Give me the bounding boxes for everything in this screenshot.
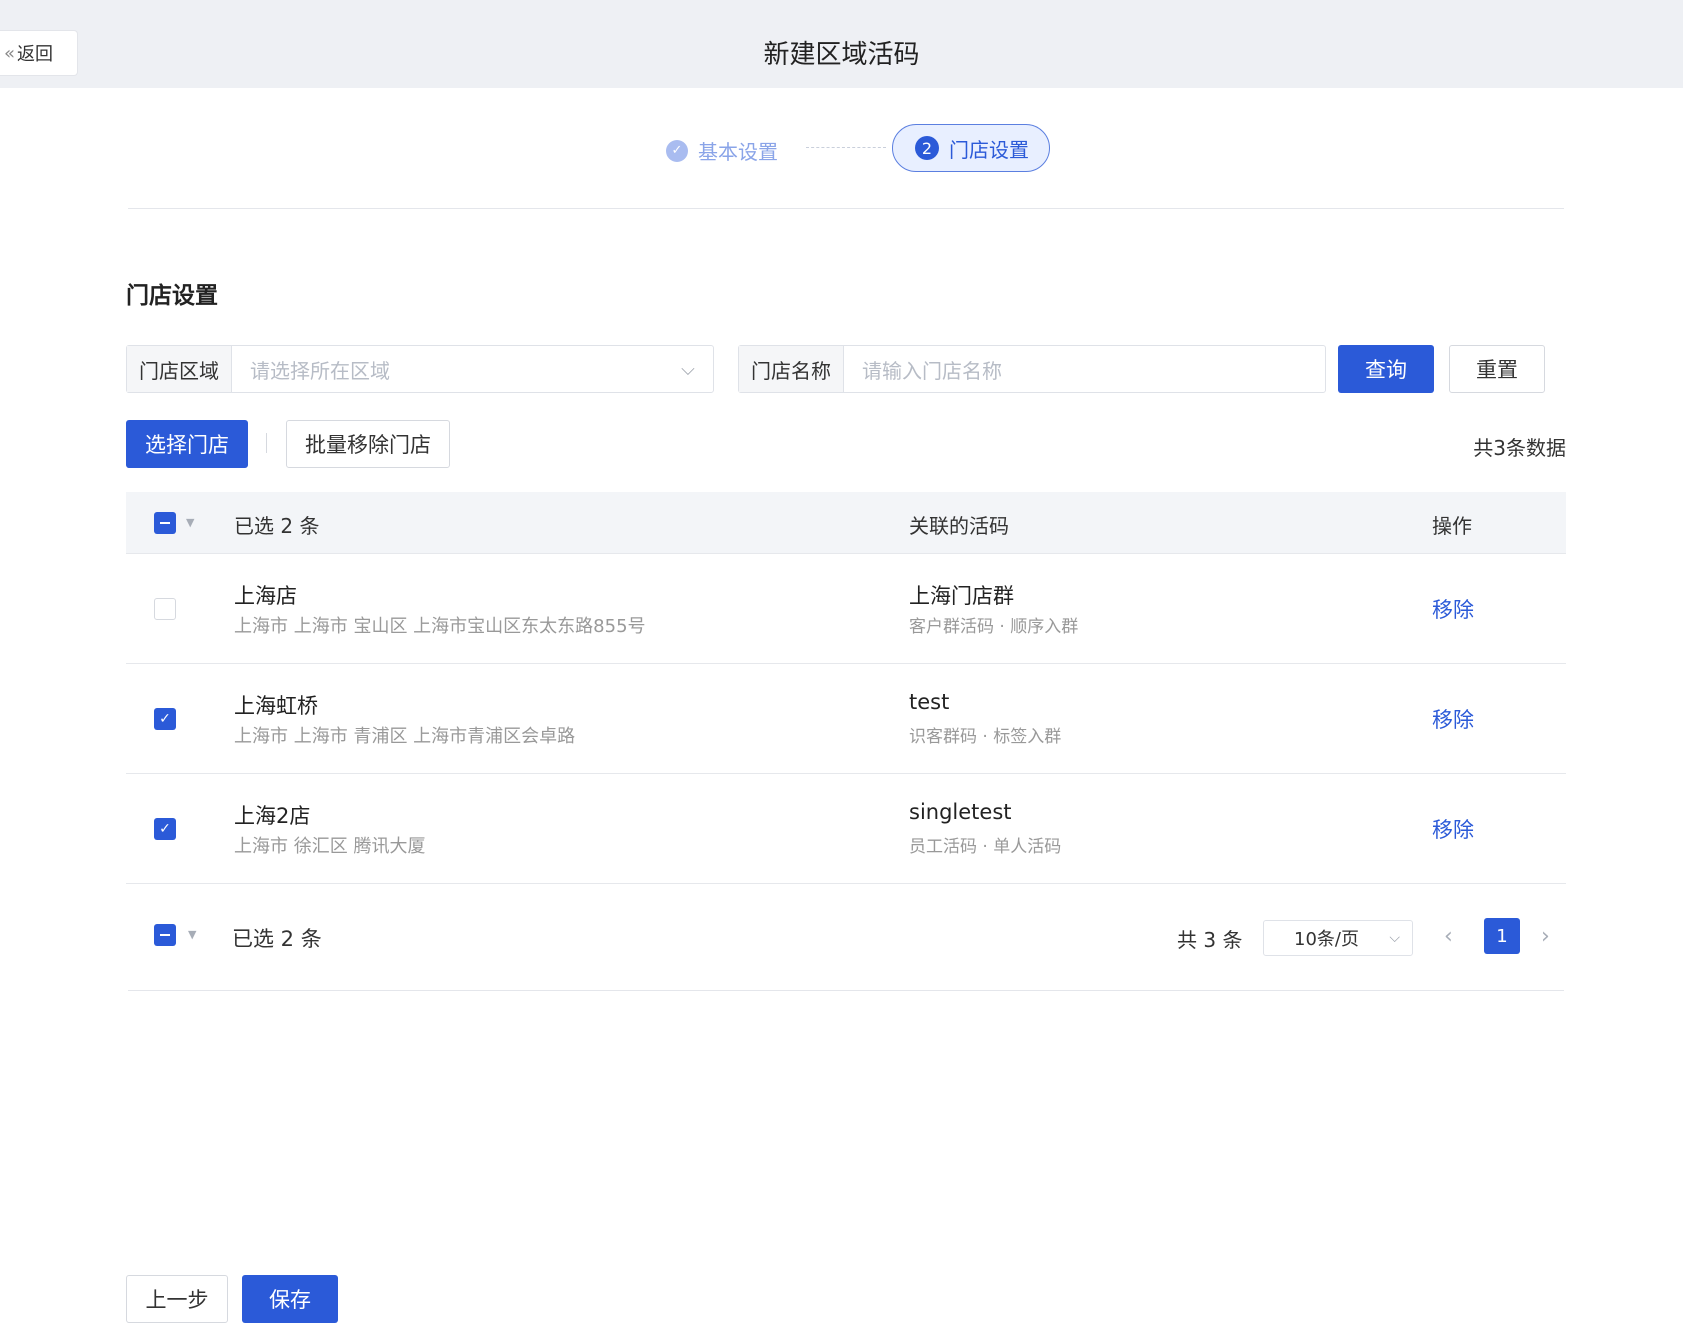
store-address: 上海市 上海市 宝山区 上海市宝山区东太东路855号 (234, 616, 646, 637)
row-checkbox[interactable]: ✓ (154, 708, 176, 730)
batch-remove-button[interactable]: 批量移除门店 (286, 420, 450, 468)
store-name: 上海店 (234, 584, 297, 608)
pagination-total: 共 3 条 (1177, 928, 1243, 952)
steps: ✓ 基本设置 2 门店设置 (0, 124, 1683, 172)
remove-link[interactable]: 移除 (1432, 814, 1474, 844)
remove-link[interactable]: 移除 (1432, 704, 1474, 734)
linked-code-name: 上海门店群 (909, 584, 1014, 608)
toolbar-separator (266, 433, 267, 453)
next-page-icon[interactable]: › (1541, 924, 1550, 949)
step-basic-settings[interactable]: ✓ 基本设置 (666, 136, 778, 165)
prev-page-icon[interactable]: ‹ (1444, 924, 1453, 949)
store-name: 上海虹桥 (234, 694, 318, 718)
store-name-label: 门店名称 (739, 346, 844, 392)
step-number: 2 (915, 136, 939, 160)
prev-step-button[interactable]: 上一步 (126, 1275, 228, 1323)
page-number-current[interactable]: 1 (1484, 918, 1520, 954)
caret-down-icon[interactable]: ▼ (188, 928, 196, 941)
store-name-placeholder: 请输入门店名称 (862, 358, 1002, 383)
section-title: 门店设置 (126, 283, 218, 309)
total-count: 共3条数据 (1473, 436, 1566, 460)
footer-select-all-checkbox[interactable] (154, 924, 176, 946)
select-store-button[interactable]: 选择门店 (126, 420, 248, 468)
column-header-action: 操作 (1432, 514, 1472, 538)
store-name: 上海2店 (234, 804, 311, 828)
step-label: 门店设置 (949, 137, 1029, 162)
page-size-select[interactable]: 10条/页 ⌵ (1263, 920, 1413, 956)
top-bar: « 返回 新建区域活码 (0, 0, 1683, 88)
region-label: 门店区域 (127, 346, 232, 392)
table-row: 上海店 上海市 上海市 宝山区 上海市宝山区东太东路855号 上海门店群 客户群… (126, 554, 1566, 664)
remove-link[interactable]: 移除 (1432, 594, 1474, 624)
region-placeholder: 请选择所在区域 (250, 358, 390, 383)
chevron-down-icon: ⌵ (681, 358, 695, 380)
divider (128, 990, 1564, 991)
chevron-down-icon: ⌵ (1389, 930, 1400, 946)
linked-code-name: test (909, 690, 950, 714)
reset-button[interactable]: 重置 (1449, 345, 1545, 393)
check-circle-icon: ✓ (666, 139, 688, 162)
linked-code-type: 客户群活码 · 顺序入群 (909, 617, 1079, 637)
page-title: 新建区域活码 (763, 40, 920, 70)
step-label: 基本设置 (698, 140, 778, 164)
table-row: ✓ 上海2店 上海市 徐汇区 腾讯大厦 singletest 员工活码 · 单人… (126, 774, 1566, 884)
row-checkbox[interactable] (154, 598, 176, 620)
linked-code-type: 识客群码 · 标签入群 (909, 727, 1062, 747)
table-row: ✓ 上海虹桥 上海市 上海市 青浦区 上海市青浦区会卓路 test 识客群码 ·… (126, 664, 1566, 774)
selected-count: 已选 2 条 (234, 514, 320, 538)
store-name-input[interactable]: 门店名称 请输入门店名称 (738, 345, 1326, 393)
table-header: ▼ 已选 2 条 关联的活码 操作 (126, 492, 1566, 554)
divider (128, 208, 1564, 209)
select-all-checkbox[interactable] (154, 512, 176, 534)
query-button[interactable]: 查询 (1338, 345, 1434, 393)
linked-code-name: singletest (909, 800, 1012, 824)
footer-selected-count: 已选 2 条 (232, 927, 322, 951)
region-select[interactable]: 门店区域 请选择所在区域 ⌵ (126, 345, 714, 393)
save-button[interactable]: 保存 (242, 1275, 338, 1323)
caret-down-icon[interactable]: ▼ (186, 516, 194, 529)
store-address: 上海市 徐汇区 腾讯大厦 (234, 836, 426, 857)
linked-code-type: 员工活码 · 单人活码 (909, 837, 1062, 857)
column-header-code: 关联的活码 (909, 514, 1009, 538)
store-address: 上海市 上海市 青浦区 上海市青浦区会卓路 (234, 726, 576, 747)
page-size-value: 10条/页 (1294, 929, 1359, 950)
row-checkbox[interactable]: ✓ (154, 818, 176, 840)
step-store-settings[interactable]: 2 门店设置 (892, 124, 1050, 172)
step-connector (806, 147, 886, 148)
